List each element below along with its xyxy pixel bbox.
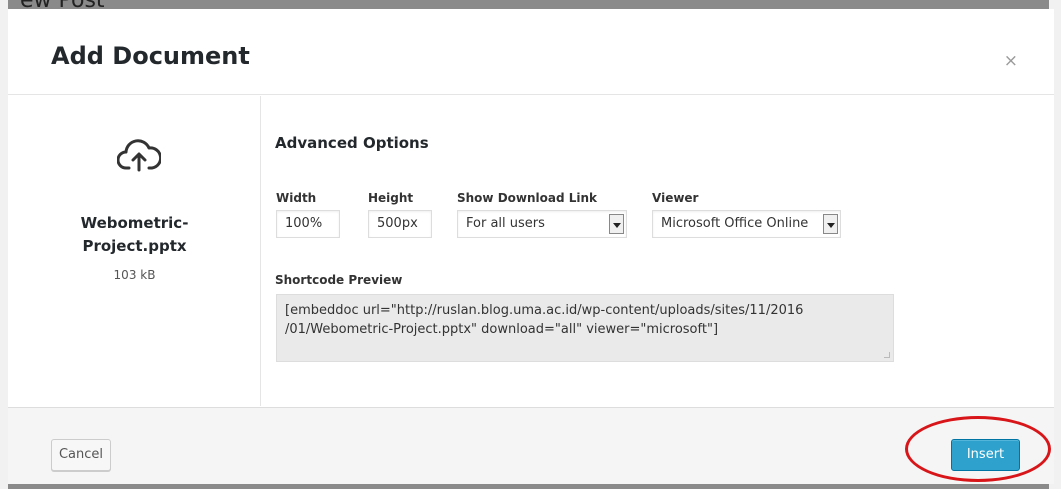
chevron-down-icon[interactable]: [823, 214, 838, 234]
width-input[interactable]: 100%: [276, 210, 340, 238]
modal-title: Add Document: [51, 42, 250, 70]
chevron-down-icon[interactable]: [609, 214, 624, 234]
file-size: 103 kB: [113, 268, 156, 282]
height-input[interactable]: 500px: [368, 210, 432, 238]
modal-footer: Cancel Insert: [8, 407, 1054, 484]
shortcode-preview-line-1: [embeddoc url="http://ruslan.blog.uma.ac…: [285, 303, 804, 318]
viewer-label: Viewer: [652, 191, 699, 205]
shortcode-preview-textarea[interactable]: [embeddoc url="http://ruslan.blog.uma.ac…: [276, 294, 894, 362]
close-icon[interactable]: ×: [1004, 53, 1018, 70]
download-link-selected-value: For all users: [466, 216, 545, 231]
modal-header: Add Document ×: [8, 9, 1054, 95]
resize-grip-icon[interactable]: [884, 352, 890, 358]
file-name: Webometric- Project.pptx: [8, 212, 261, 258]
download-link-label: Show Download Link: [457, 191, 598, 205]
add-document-modal: Add Document × Webometric- Project.pptx …: [8, 9, 1054, 484]
file-info-panel: Webometric- Project.pptx 103 kB: [8, 96, 261, 406]
file-name-line-1: Webometric-: [80, 214, 189, 232]
highlight-annotation-ring: [905, 416, 1051, 482]
cancel-button[interactable]: Cancel: [51, 439, 111, 471]
viewer-selected-value: Microsoft Office Online: [661, 216, 809, 231]
advanced-options-heading: Advanced Options: [275, 134, 429, 152]
height-label: Height: [368, 191, 414, 205]
shortcode-preview-label: Shortcode Preview: [275, 273, 403, 287]
shortcode-preview-line-2: /01/Webometric-Project.pptx" download="a…: [285, 322, 719, 337]
cloud-upload-icon: [117, 139, 161, 172]
viewer-select[interactable]: Microsoft Office Online: [652, 210, 841, 238]
file-name-line-2: Project.pptx: [82, 237, 187, 255]
advanced-options-panel: Advanced Options Width Height Show Downl…: [262, 96, 1054, 406]
background-left-edge: [0, 0, 8, 489]
width-label: Width: [276, 191, 317, 205]
download-link-select[interactable]: For all users: [457, 210, 627, 238]
